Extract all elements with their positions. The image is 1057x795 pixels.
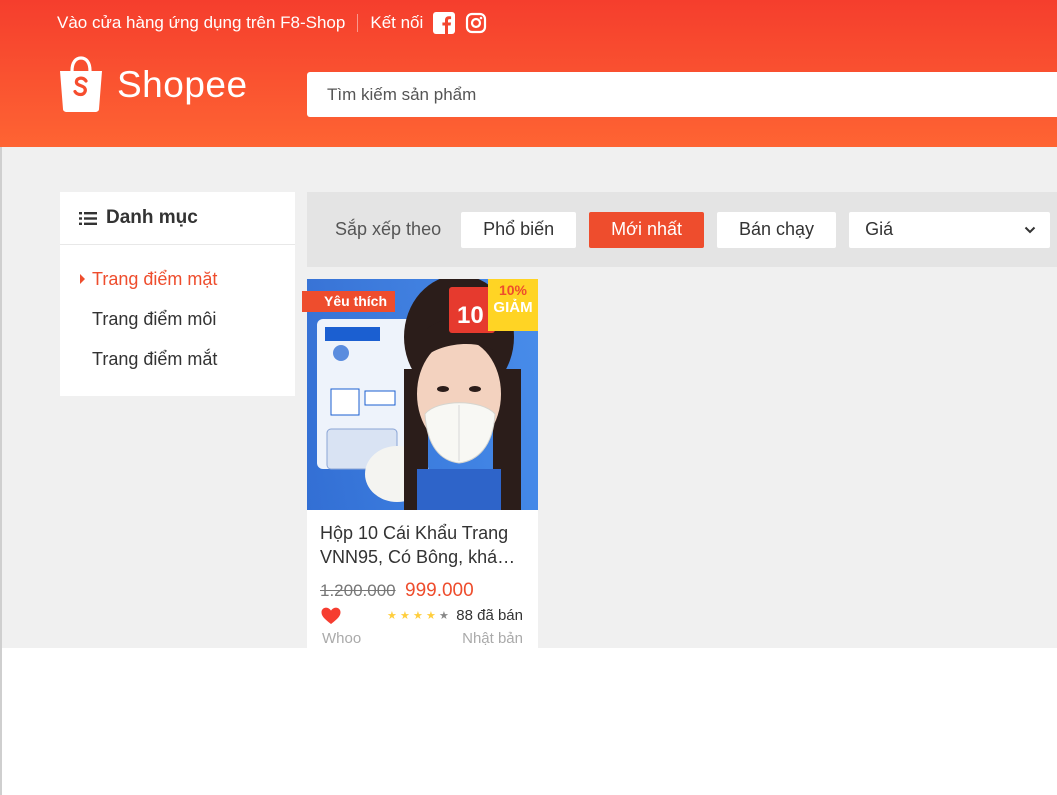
product-name-line-2: VNN95, Có Bông, kháng... (320, 547, 525, 567)
sold-count: 88 đã bán (456, 607, 523, 624)
discount-percent: 10% (498, 282, 528, 298)
rating-stars: ★ ★ ★ ★ ★ (387, 609, 452, 622)
star-icon: ★ (426, 610, 436, 622)
category-item-eyes[interactable]: Trang điểm mắt (60, 339, 295, 379)
sort-bar: Sắp xếp theo Phổ biến Mới nhất Bán chạy … (307, 192, 1057, 267)
svg-text:10: 10 (457, 302, 484, 329)
sort-newest-button[interactable]: Mới nhất (589, 211, 704, 248)
sort-best-selling-button[interactable]: Bán chạy (717, 211, 837, 248)
shopping-bag-icon (60, 56, 102, 112)
category-sidebar: Danh mục Trang điểm mặt Trang điểm môi T… (60, 192, 295, 396)
discount-badge: 10% GIẢM (488, 279, 538, 331)
current-price: 999.000 (405, 580, 474, 601)
category-title: Danh mục (106, 207, 198, 228)
product-name: Hộp 10 Cái Khẩu Trang VNN95, Có Bông, kh… (320, 521, 525, 569)
star-icon: ★ (387, 610, 397, 622)
category-item-lips[interactable]: Trang điểm môi (60, 299, 295, 339)
shopee-logo[interactable]: Shopee (57, 56, 248, 113)
facebook-icon[interactable] (433, 12, 456, 34)
product-card[interactable]: 10 Hộp 10 Cái Khẩu Trang VNN95, Có Bông,… (307, 279, 538, 648)
download-app-link[interactable]: Vào cửa hàng ứng dụng trên F8-Shop (57, 13, 345, 33)
search-input[interactable] (307, 72, 1057, 117)
old-price: 1.200.000 (320, 581, 396, 600)
heart-icon[interactable] (321, 607, 341, 625)
favorite-tag: Yêu thích (302, 291, 396, 312)
discount-label: GIẢM (493, 299, 533, 316)
header: Vào cửa hàng ứng dụng trên F8-Shop Kết n… (0, 0, 1057, 147)
connect-label: Kết nối (370, 13, 424, 32)
star-icon: ★ (413, 610, 423, 622)
origin-country: Nhật bản (462, 630, 523, 647)
brand-name: Whoo (322, 630, 362, 647)
divider (357, 14, 359, 32)
instagram-icon[interactable] (465, 12, 487, 34)
price-select-label: Giá (865, 219, 894, 239)
star-icon: ★ (400, 610, 410, 622)
price-select[interactable]: Giá (849, 211, 1051, 248)
sort-popular-button[interactable]: Phổ biến (461, 211, 577, 248)
header-topbar: Vào cửa hàng ứng dụng trên F8-Shop Kết n… (57, 11, 487, 35)
product-name-line-1: Hộp 10 Cái Khẩu Trang (320, 523, 509, 543)
category-header: Danh mục (60, 192, 295, 245)
chevron-down-icon (1024, 226, 1036, 233)
category-item-face[interactable]: Trang điểm mặt (60, 259, 295, 299)
logo-text: Shopee (117, 63, 248, 105)
category-list: Trang điểm mặt Trang điểm môi Trang điểm… (60, 245, 295, 379)
star-empty-icon: ★ (439, 610, 449, 622)
sort-label: Sắp xếp theo (335, 219, 442, 239)
list-icon (79, 211, 97, 225)
search-bar (307, 72, 1057, 117)
page-edge (0, 147, 2, 795)
